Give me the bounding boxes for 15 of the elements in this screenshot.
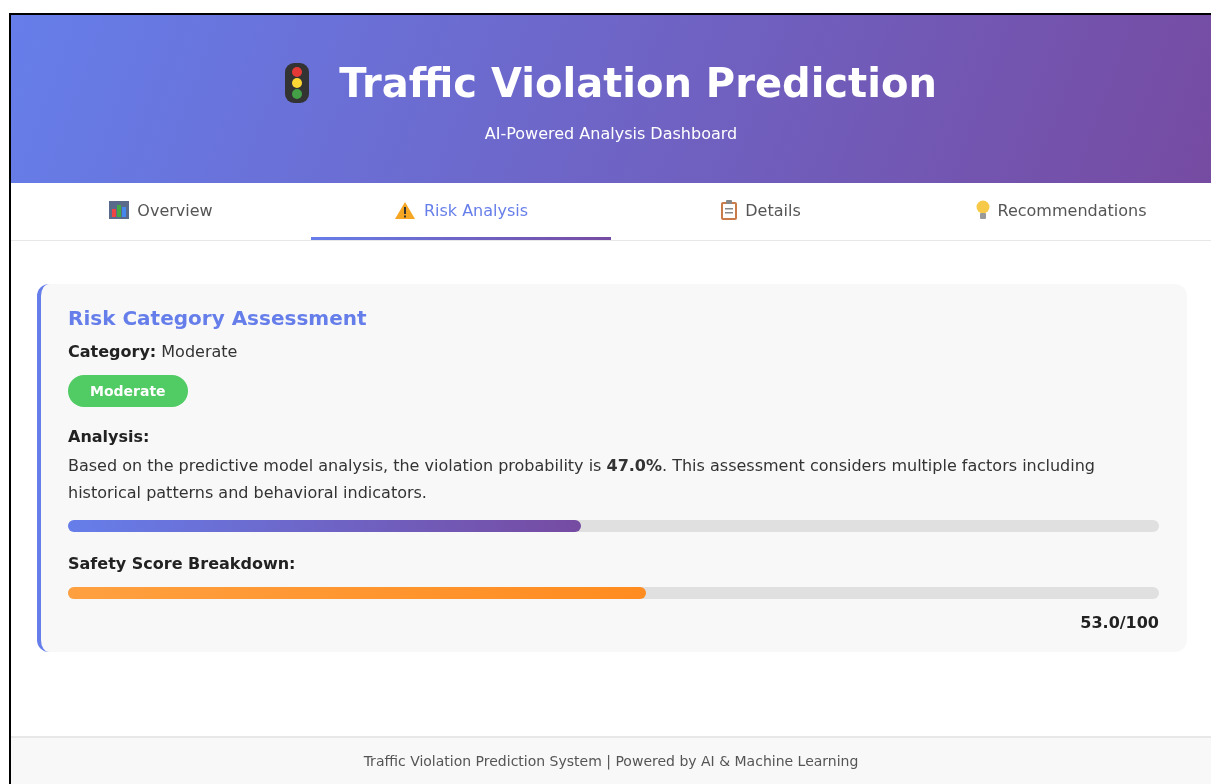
category-badge: Moderate: [68, 375, 188, 407]
category-line: Category: Moderate: [68, 342, 239, 361]
light-bulb-icon: [975, 200, 990, 220]
analysis-text: Based on the predictive model analysis, the violation probability is 47.0%. This assessment considers multiple factors including historical patterns and behavioral indicators.: [68, 455, 1096, 504]
card-title: Risk Category Assessment: [68, 306, 368, 330]
traffic-light-icon: [285, 62, 310, 103]
warning-icon: [393, 200, 416, 220]
analysis-heading: Analysis:: [68, 427, 151, 446]
footer-text: Traffic Violation Prediction System | Powered by AI & Machine Learning: [363, 753, 859, 769]
safety-heading: Safety Score Breakdown:: [68, 554, 297, 573]
page-subtitle: AI-Powered Analysis Dashboard: [484, 123, 738, 143]
safety-score: 53.0/100: [1080, 613, 1159, 632]
bar-chart-icon: [109, 201, 130, 219]
clipboard-icon: [721, 200, 738, 220]
page-title: Traffic Violation Prediction: [339, 59, 937, 106]
